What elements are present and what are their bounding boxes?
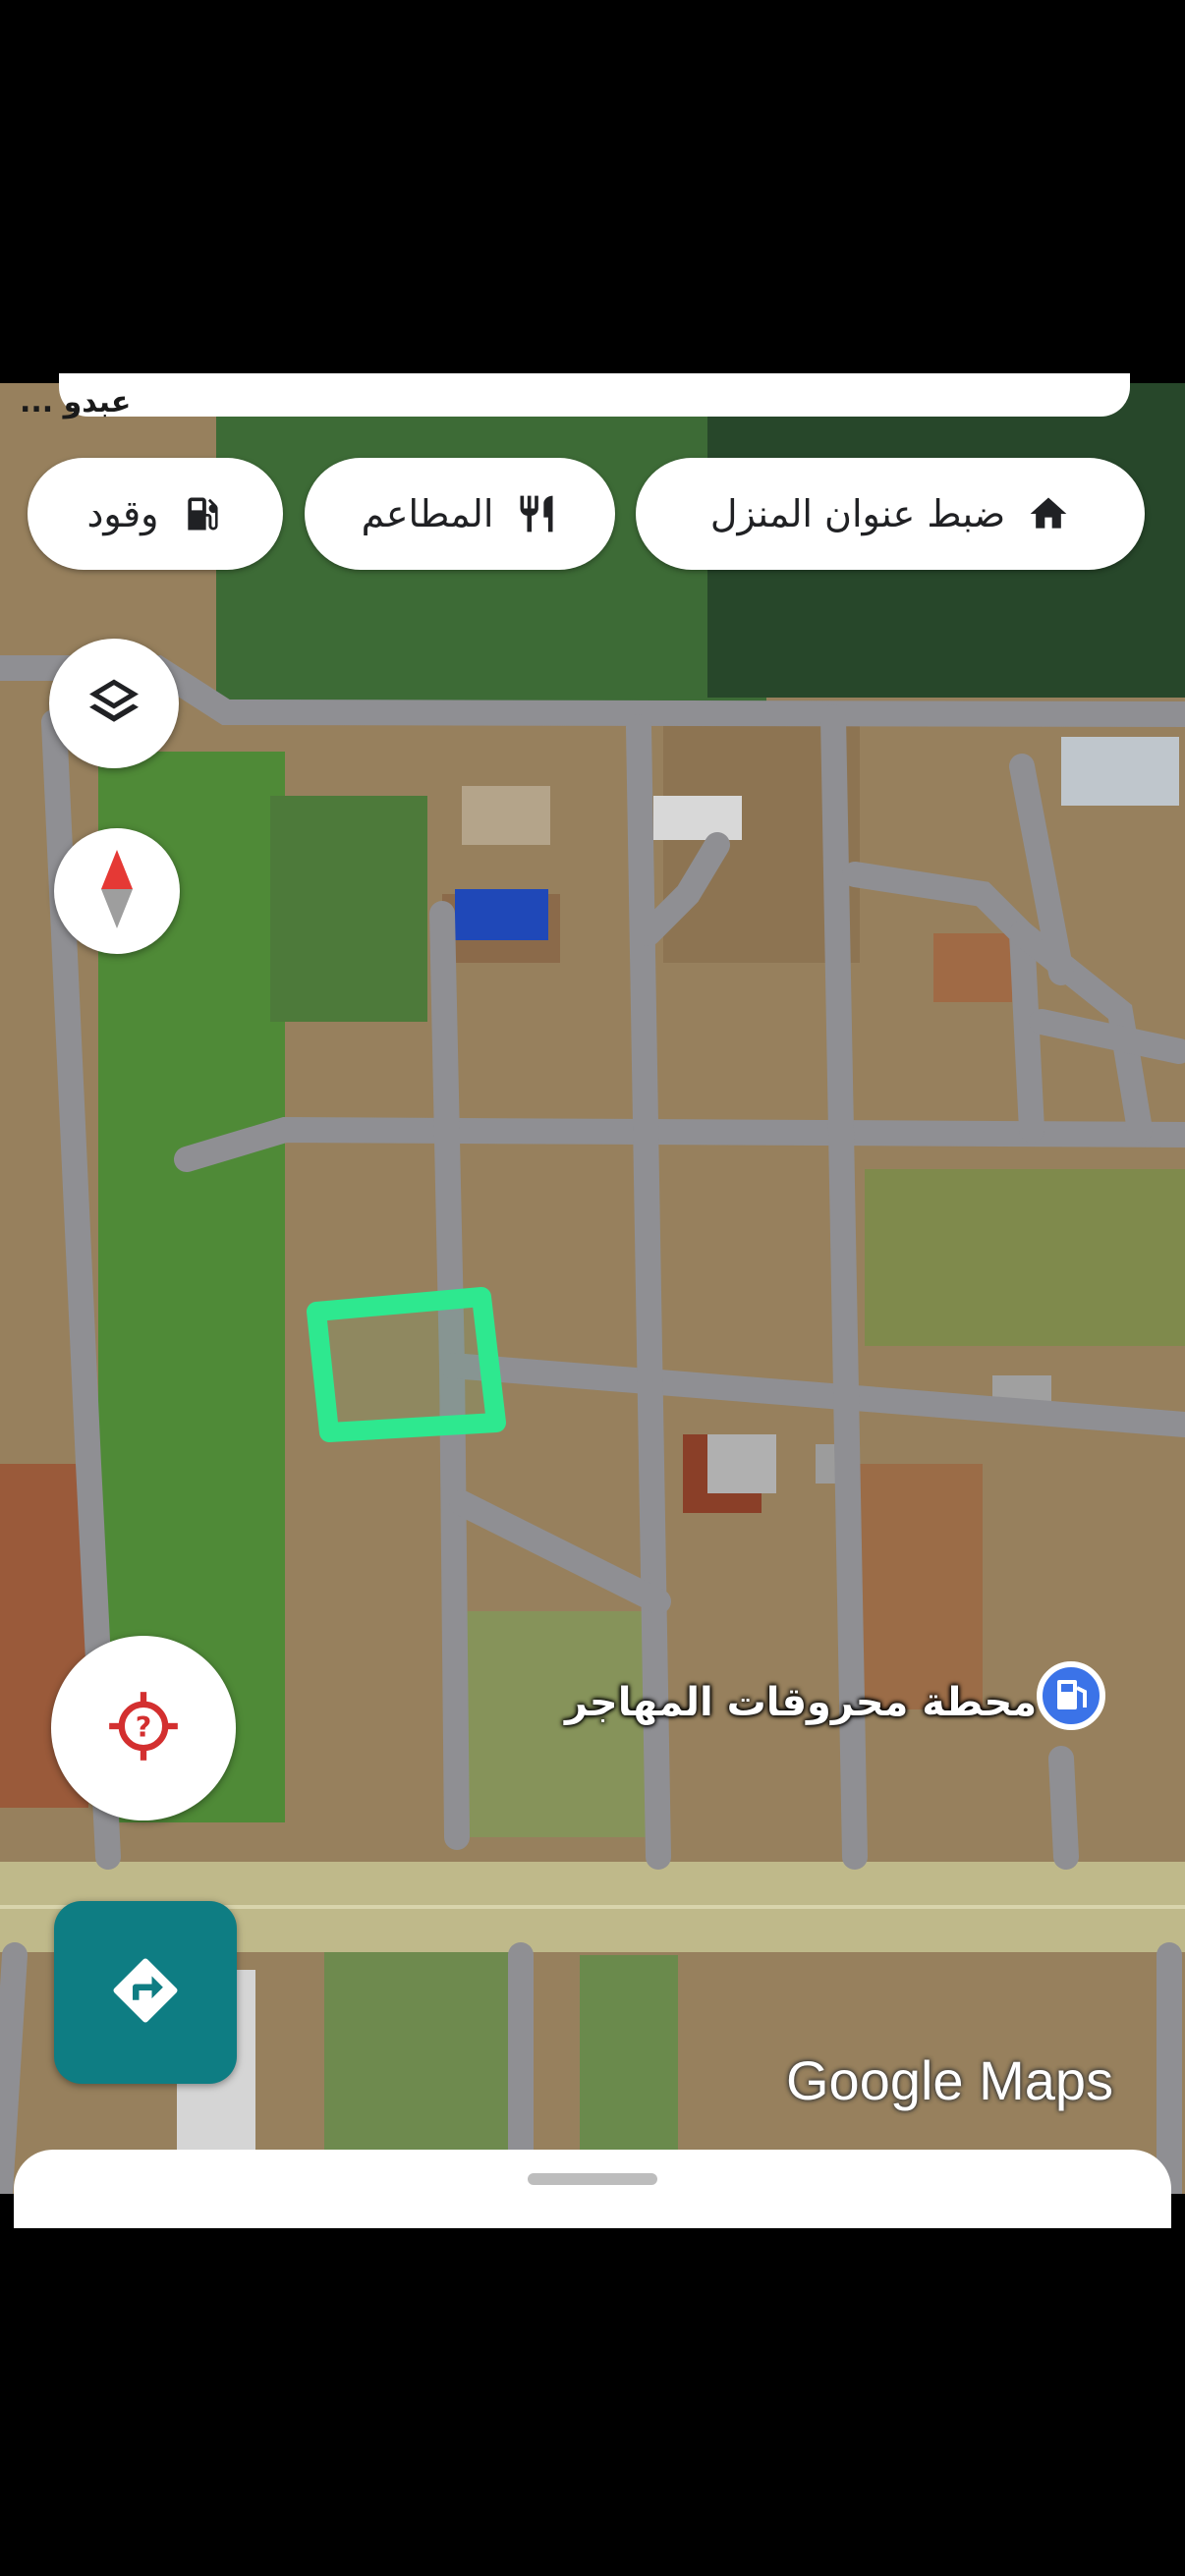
layers-icon	[85, 672, 143, 735]
fuel-label: وقود	[86, 492, 159, 535]
directions-button[interactable]	[54, 1901, 237, 2084]
layers-button[interactable]	[49, 639, 179, 768]
set-home-label: ضبط عنوان المنزل	[709, 492, 1006, 535]
set-home-chip[interactable]: ضبط عنوان المنزل	[636, 458, 1145, 570]
blue-roof-building	[455, 889, 548, 940]
bottom-sheet[interactable]	[14, 2150, 1171, 2228]
svg-text:?: ?	[136, 1711, 152, 1744]
my-location-button[interactable]: ?	[51, 1636, 236, 1820]
fuel-pump-icon	[181, 492, 224, 535]
fork-knife-icon	[515, 492, 558, 535]
compass-icon	[97, 850, 137, 932]
home-icon	[1027, 492, 1070, 535]
fuel-chip[interactable]: وقود	[28, 458, 283, 570]
poi-label[interactable]: محطة محروقات المهاجر	[565, 1680, 1037, 1725]
search-bar[interactable]	[59, 373, 1130, 417]
compass-button[interactable]	[54, 828, 180, 954]
restaurants-label: المطاعم	[361, 492, 494, 535]
sheet-drag-handle[interactable]	[528, 2173, 657, 2185]
place-label-fragment: عبدو ...	[20, 385, 132, 420]
location-unknown-icon: ?	[106, 1689, 181, 1767]
google-maps-watermark: Google Maps	[786, 2049, 1114, 2111]
highlighted-parcel	[307, 1287, 506, 1442]
restaurants-chip[interactable]: المطاعم	[305, 458, 615, 570]
gas-station-pin-icon[interactable]	[1032, 1660, 1110, 1739]
directions-icon	[107, 1952, 184, 2033]
